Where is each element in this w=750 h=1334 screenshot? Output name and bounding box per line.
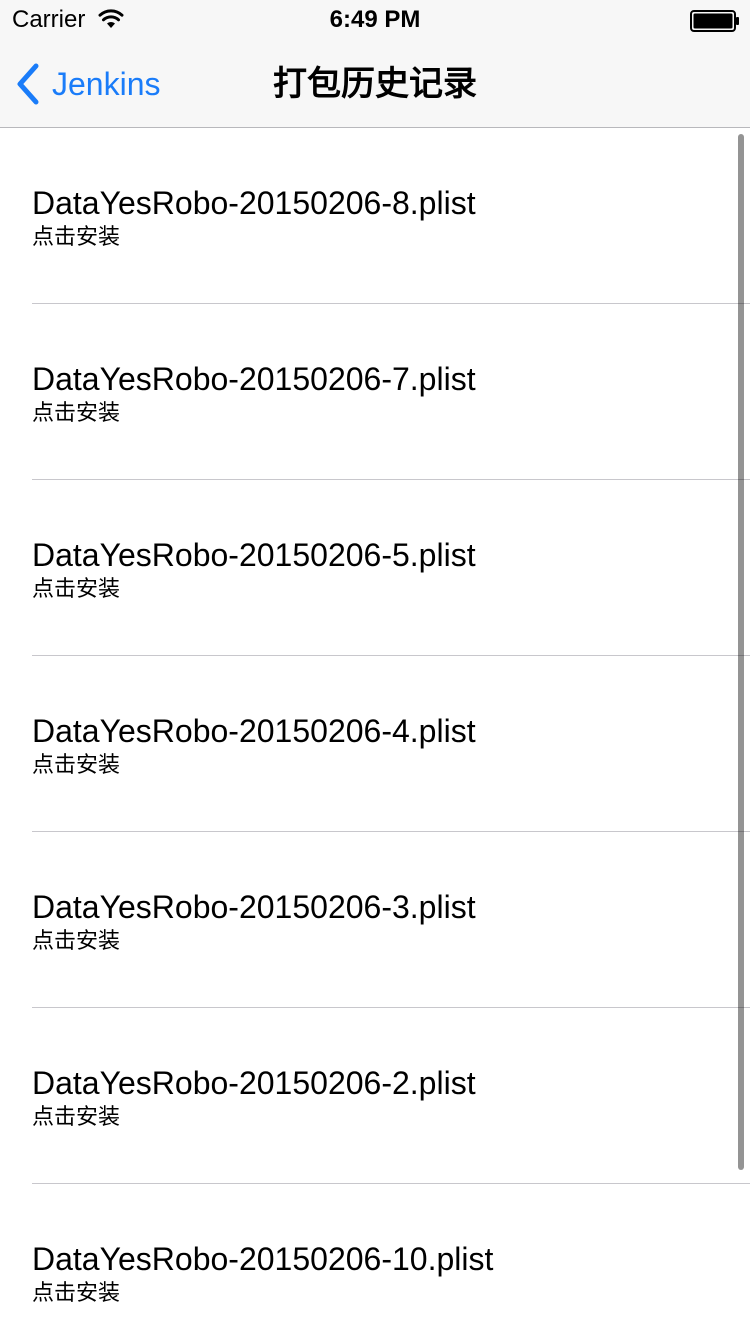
build-file-name: DataYesRobo-20150206-4.plist: [32, 713, 476, 749]
build-file-name: DataYesRobo-20150206-8.plist: [32, 185, 476, 221]
build-file-name: DataYesRobo-20150206-2.plist: [32, 1065, 476, 1101]
scroll-indicator[interactable]: [738, 134, 744, 1170]
build-file-name: DataYesRobo-20150206-10.plist: [32, 1241, 494, 1277]
list-item[interactable]: DataYesRobo-20150206-4.plist 点击安装: [0, 656, 750, 832]
build-file-name: DataYesRobo-20150206-3.plist: [32, 889, 476, 925]
install-hint: 点击安装: [32, 576, 121, 601]
list-item[interactable]: DataYesRobo-20150206-8.plist 点击安装: [0, 128, 750, 304]
page-title: 打包历史记录: [273, 65, 477, 103]
build-history-list[interactable]: DataYesRobo-20150206-8.plist 点击安装 DataYe…: [0, 128, 750, 1334]
status-time: 6:49 PM: [329, 6, 421, 33]
install-hint: 点击安装: [32, 400, 121, 425]
install-hint: 点击安装: [32, 928, 121, 953]
build-file-name: DataYesRobo-20150206-5.plist: [32, 537, 476, 573]
list-item[interactable]: DataYesRobo-20150206-2.plist 点击安装: [0, 1008, 750, 1184]
top-bar: Carrier 6:49 PM Jenkins 打包历史记录: [0, 0, 750, 128]
install-hint: 点击安装: [32, 1104, 121, 1129]
build-file-name: DataYesRobo-20150206-7.plist: [32, 361, 476, 397]
navigation-bar: Jenkins 打包历史记录: [0, 40, 750, 128]
list-item[interactable]: DataYesRobo-20150206-5.plist 点击安装: [0, 480, 750, 656]
battery-icon: [690, 10, 740, 32]
status-bar: Carrier 6:49 PM: [0, 0, 750, 40]
install-hint: 点击安装: [32, 1280, 121, 1305]
install-hint: 点击安装: [32, 752, 121, 777]
install-hint: 点击安装: [32, 224, 121, 249]
list-item[interactable]: DataYesRobo-20150206-3.plist 点击安装: [0, 832, 750, 1008]
list-item[interactable]: DataYesRobo-20150206-7.plist 点击安装: [0, 304, 750, 480]
list-item[interactable]: DataYesRobo-20150206-10.plist 点击安装: [0, 1184, 750, 1334]
